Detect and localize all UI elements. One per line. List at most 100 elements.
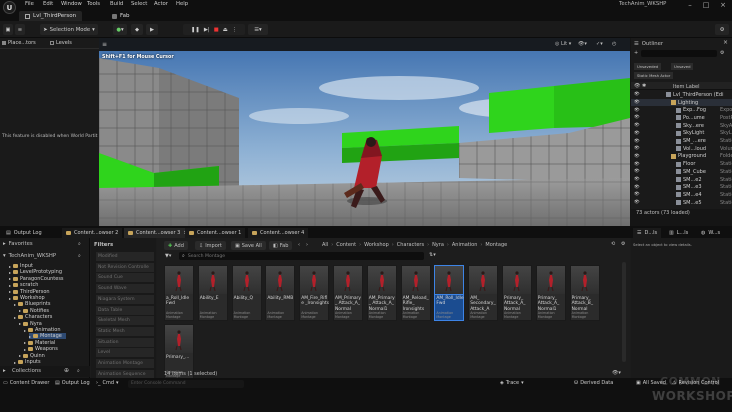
tree-item[interactable]: ▸ Nyra (19, 321, 42, 327)
tab-levels[interactable]: Levels (50, 38, 72, 48)
breadcrumb-item[interactable]: Animation (452, 242, 478, 248)
tab-world[interactable]: ◍ W...s (697, 228, 724, 238)
derived-data-button[interactable]: ⛁ Derived Data (574, 380, 613, 386)
tab-fab[interactable]: Fab (106, 11, 136, 21)
outliner-search-input[interactable] (641, 50, 717, 57)
hamburger-icon[interactable]: ≡ (102, 41, 107, 48)
tab-output-log[interactable]: ▤ Output Log (2, 228, 46, 238)
visibility-icon[interactable]: 👁 (634, 169, 640, 174)
tab-content-browser-3[interactable]: Content...owser 3× (124, 228, 192, 238)
tree-item[interactable]: ▸ ParagonCountess (9, 276, 64, 282)
outliner-row[interactable]: 👁 Playground Folder (631, 153, 732, 161)
tree-item[interactable]: ▸ Montage (29, 333, 66, 340)
filter-item[interactable]: Data Table (96, 305, 154, 315)
chevron-right-icon[interactable]: ▸ (9, 270, 11, 275)
chevron-right-icon[interactable]: ▸ (19, 353, 21, 358)
project-header[interactable]: ▾ TechAnim_WKSHP (3, 253, 56, 259)
filter-item[interactable]: Level (96, 348, 154, 358)
tree-item[interactable]: ▸ Input (9, 263, 33, 269)
chevron-right-icon[interactable]: ▸ (14, 315, 16, 320)
minimize-icon[interactable]: – (684, 1, 696, 9)
filter-icon[interactable]: ▼▾ (165, 253, 171, 259)
menu-select[interactable]: Select (131, 1, 147, 7)
tree-item[interactable]: ▸ Notifies (19, 308, 49, 314)
menu-actor[interactable]: Actor (154, 1, 168, 7)
blueprint-icon[interactable]: ◆ (131, 24, 143, 35)
chevron-right-icon[interactable]: ▸ (9, 296, 11, 301)
tab-details[interactable]: ☰ D...ls (633, 228, 662, 238)
menu-build[interactable]: Build (110, 1, 123, 7)
visibility-icon[interactable]: 👁 (634, 185, 640, 190)
chevron-right-icon[interactable]: ▸ (19, 321, 21, 326)
settings-icon[interactable]: ⚙ (715, 24, 729, 35)
tree-item[interactable]: ▸ Quinn (19, 353, 45, 359)
outliner-row[interactable]: 👁 SM...e2 StaticM (631, 176, 732, 184)
scrollbar[interactable] (622, 262, 626, 362)
tree-item[interactable]: ▸ Animation (24, 327, 61, 333)
visibility-icon[interactable]: 👁 (634, 131, 640, 136)
menu-tools[interactable]: Tools (87, 1, 100, 7)
visibility-icon[interactable]: 👁 (634, 92, 640, 97)
tab-content-browser-2[interactable]: Content...owser 2 (62, 228, 123, 238)
visibility-icon[interactable]: 👁 (634, 83, 640, 89)
chevron-right-icon[interactable]: ▸ (24, 328, 26, 333)
search-favorites-icon[interactable]: ⌕ (78, 241, 81, 247)
console-input[interactable]: Enter Console Command (128, 380, 244, 388)
tree-item[interactable]: ▸ ThirdPerson (9, 289, 50, 295)
view-options-icon[interactable]: 👁▾ (612, 370, 621, 376)
chevron-right-icon[interactable]: ▸ (9, 264, 11, 269)
collections-label[interactable]: Collections (12, 368, 41, 374)
filter-chip-static-mesh[interactable]: Static Mesh Actor (634, 72, 674, 79)
cmd-dropdown[interactable]: ›_ Cmd ▾ (96, 380, 119, 386)
pause-icon[interactable]: ❚❚ (191, 27, 200, 33)
browse-icon[interactable]: ≡ (15, 24, 25, 35)
asset-tile[interactable]: a_Roll_Idle Fwd Animation Montage (164, 265, 194, 321)
unreal-logo-icon[interactable]: U (3, 1, 16, 14)
tab-level[interactable]: Lvl_ThirdPerson (19, 11, 83, 21)
save-current-icon[interactable]: ▣ (3, 24, 13, 35)
level-viewport[interactable]: ≡ ◎ Lit ▾ 👁▾ ✓▾ ◴ Shift+F1 for Mouse Cur… (99, 38, 630, 226)
tree-item[interactable]: ▸ Characters (14, 314, 52, 320)
asset-tile[interactable]: Primary_ Attack_A_ Normal1 Animation Mont… (535, 265, 566, 321)
maximize-icon[interactable]: □ (700, 1, 712, 9)
chevron-right-icon[interactable]: ▸ (29, 334, 31, 339)
visibility-icon[interactable]: 👁 (634, 177, 640, 182)
asset-tile[interactable]: Primary_ Attack_B_ Normal Animation Monta… (569, 265, 600, 321)
back-icon[interactable]: ‹ (298, 242, 300, 248)
asset-tile[interactable]: Ability_RMB Animation Montage (265, 265, 296, 321)
more-icon[interactable]: ⋮ (232, 27, 237, 33)
filter-item[interactable]: Niagara System (96, 294, 154, 304)
outliner-row[interactable]: 👁 SM...e4 StaticM (631, 191, 732, 199)
chevron-right-icon[interactable]: ▸ (14, 302, 16, 307)
filter-item[interactable]: Not Revision Controlle (96, 262, 154, 272)
outliner-row[interactable]: 👁 SM...e5 StaticM (631, 199, 732, 207)
snap-icon[interactable]: ✓▾ (596, 41, 603, 47)
asset-tile[interactable]: AM_Primary_ Attack_A_ Normal1 Animation M… (366, 265, 397, 321)
visibility-icon[interactable]: 👁 (634, 146, 640, 151)
breadcrumb-item[interactable]: Workshop (364, 242, 389, 248)
tree-item[interactable]: ▸ Blueprints (14, 301, 50, 307)
menu-file[interactable]: File (25, 1, 34, 7)
add-filter-icon[interactable]: + (634, 50, 638, 56)
tree-item[interactable]: ▸ scratch (9, 282, 38, 288)
tree-item[interactable]: ▸ Weapons (24, 346, 58, 352)
filter-item[interactable]: Situation (96, 337, 154, 347)
filter-item[interactable]: Skeletal Mesh (96, 316, 154, 326)
cinematics-icon[interactable]: ▶ (146, 24, 158, 35)
asset-tile[interactable]: AM_Reload_ Rifle_ Ironsights Animation Mo… (400, 265, 431, 321)
tab-content-browser-1[interactable]: Content...owser 1 (185, 228, 246, 238)
menu-help[interactable]: Help (176, 1, 188, 7)
breadcrumb-item[interactable]: Montage (485, 242, 507, 248)
outliner-settings-icon[interactable]: ⚙ (720, 50, 724, 56)
outliner-row[interactable]: 👁 Sky...ere SkyAtn (631, 122, 732, 130)
chevron-right-icon[interactable]: ▸ (19, 308, 21, 313)
trace-dropdown[interactable]: ◈ Trace ▾ (500, 380, 524, 386)
menu-edit[interactable]: Edit (43, 1, 53, 7)
breadcrumb-item[interactable]: Nyra (432, 242, 444, 248)
asset-tile[interactable]: AM_Primary_ Attack_A_ Normal Animation Mo… (333, 265, 363, 321)
platforms-icon[interactable]: ☰▾ (248, 24, 268, 35)
search-folders-icon[interactable]: ⌕ (78, 253, 81, 259)
filter-item[interactable]: Modified (96, 252, 154, 261)
visibility-icon[interactable]: 👁 (634, 154, 640, 159)
show-icon[interactable]: 👁▾ (578, 41, 587, 47)
